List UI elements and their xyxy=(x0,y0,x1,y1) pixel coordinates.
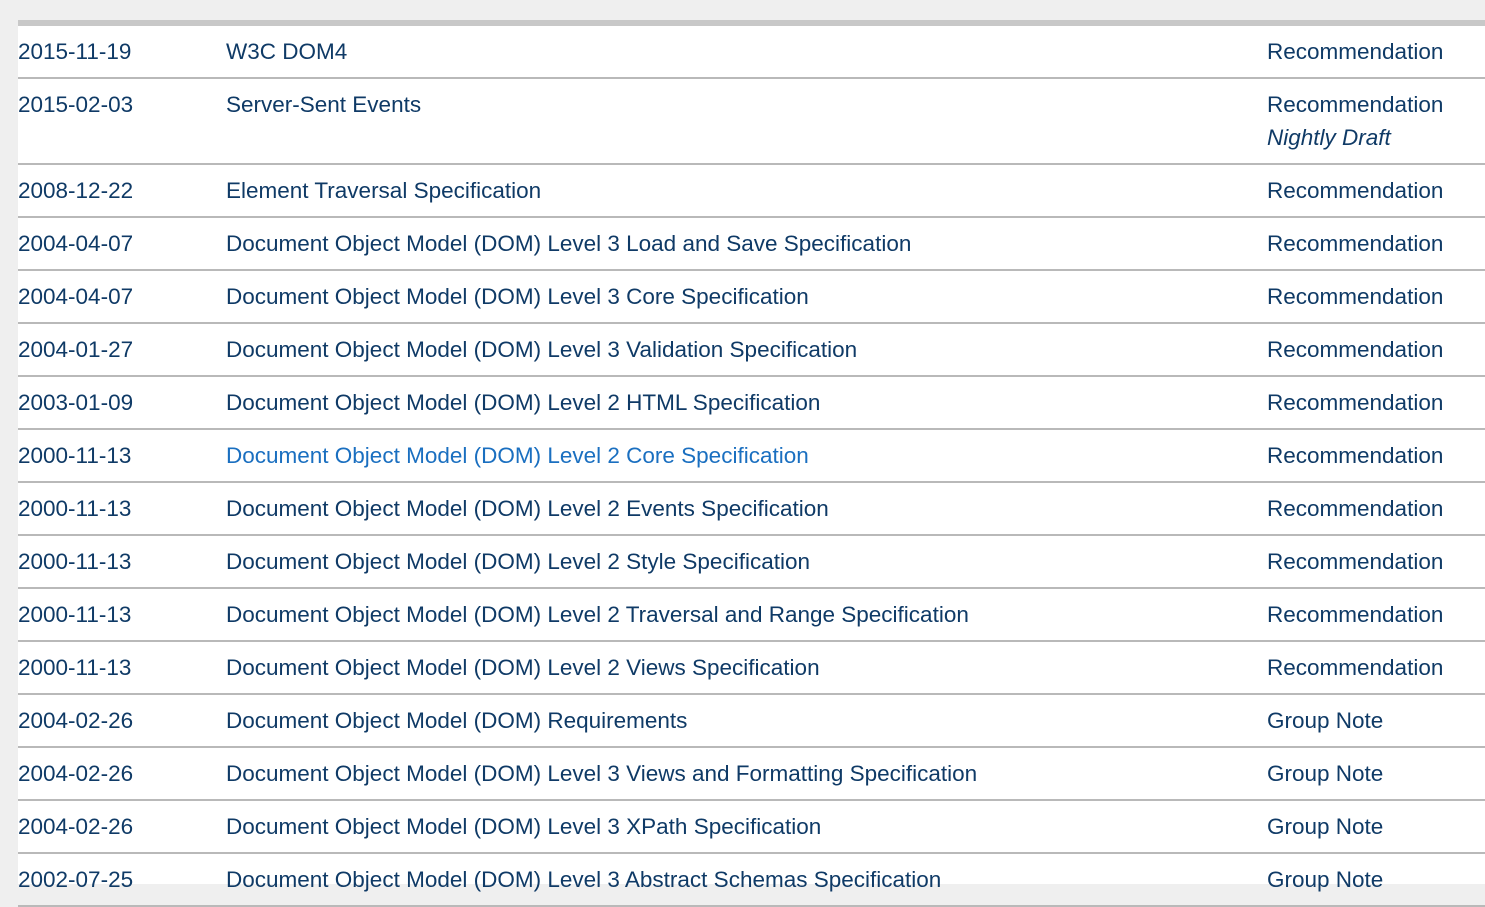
maturity-status: Recommendation xyxy=(1267,549,1444,574)
spec-title-link[interactable]: Document Object Model (DOM) Level 2 View… xyxy=(226,655,820,680)
publication-date: 2015-02-03 xyxy=(18,78,226,165)
table-row: 2015-02-03 Server-Sent Events Recommenda… xyxy=(18,78,1485,165)
maturity-status: Group Note xyxy=(1267,761,1384,786)
publication-date: 2004-01-27 xyxy=(18,323,226,377)
maturity-status: Recommendation xyxy=(1267,39,1444,64)
publication-date: 2004-04-07 xyxy=(18,217,226,271)
spec-title-link[interactable]: Document Object Model (DOM) Level 3 Load… xyxy=(226,231,911,256)
publications-table: 2015-11-19 W3C DOM4 Recommendation 2015-… xyxy=(18,26,1485,907)
table-row: 2004-04-07 Document Object Model (DOM) L… xyxy=(18,217,1485,271)
maturity-status: Recommendation xyxy=(1267,443,1444,468)
maturity-status: Group Note xyxy=(1267,708,1384,733)
maturity-status: Recommendation xyxy=(1267,92,1444,117)
table-row: 2004-04-07 Document Object Model (DOM) L… xyxy=(18,270,1485,324)
table-row: 2003-01-09 Document Object Model (DOM) L… xyxy=(18,376,1485,430)
publication-date: 2003-01-09 xyxy=(18,376,226,430)
publication-date: 2000-11-13 xyxy=(18,535,226,589)
maturity-status: Recommendation xyxy=(1267,390,1444,415)
publication-date: 2008-12-22 xyxy=(18,164,226,218)
table-row: 2000-11-13 Document Object Model (DOM) L… xyxy=(18,482,1485,536)
table-row: 2002-07-25 Document Object Model (DOM) L… xyxy=(18,853,1485,907)
maturity-status: Recommendation xyxy=(1267,231,1444,256)
publications-panel: 2015-11-19 W3C DOM4 Recommendation 2015-… xyxy=(18,20,1485,907)
maturity-status: Recommendation xyxy=(1267,284,1444,309)
publication-date: 2000-11-13 xyxy=(18,429,226,483)
table-row: 2000-11-13 Document Object Model (DOM) L… xyxy=(18,641,1485,695)
spec-title-link-hovered[interactable]: Document Object Model (DOM) Level 2 Core… xyxy=(226,443,809,468)
spec-title-link[interactable]: W3C DOM4 xyxy=(226,39,347,64)
publication-date: 2004-02-26 xyxy=(18,747,226,801)
publication-date: 2004-02-26 xyxy=(18,694,226,748)
nightly-draft-link[interactable]: Nightly Draft xyxy=(1267,121,1485,154)
spec-title-link[interactable]: Document Object Model (DOM) Level 2 HTML… xyxy=(226,390,820,415)
publication-date: 2015-11-19 xyxy=(18,26,226,79)
maturity-status: Recommendation xyxy=(1267,602,1444,627)
table-row: 2000-11-13 Document Object Model (DOM) L… xyxy=(18,588,1485,642)
publications-table-body: 2015-11-19 W3C DOM4 Recommendation 2015-… xyxy=(18,26,1485,907)
spec-title-link[interactable]: Document Object Model (DOM) Level 3 View… xyxy=(226,761,977,786)
spec-title-link[interactable]: Element Traversal Specification xyxy=(226,178,541,203)
table-row: 2004-02-26 Document Object Model (DOM) L… xyxy=(18,800,1485,854)
spec-title-link[interactable]: Document Object Model (DOM) Level 2 Trav… xyxy=(226,602,969,627)
spec-title-link[interactable]: Document Object Model (DOM) Requirements xyxy=(226,708,687,733)
table-row: 2000-11-13 Document Object Model (DOM) L… xyxy=(18,535,1485,589)
table-row: 2004-02-26 Document Object Model (DOM) L… xyxy=(18,747,1485,801)
table-row: 2004-01-27 Document Object Model (DOM) L… xyxy=(18,323,1485,377)
publication-date: 2000-11-13 xyxy=(18,482,226,536)
maturity-status: Recommendation xyxy=(1267,655,1444,680)
publication-date: 2004-04-07 xyxy=(18,270,226,324)
spec-title-link[interactable]: Document Object Model (DOM) Level 2 Even… xyxy=(226,496,829,521)
publication-date: 2004-02-26 xyxy=(18,800,226,854)
publication-date: 2002-07-25 xyxy=(18,853,226,907)
table-row: 2000-11-13 Document Object Model (DOM) L… xyxy=(18,429,1485,483)
table-row: 2015-11-19 W3C DOM4 Recommendation xyxy=(18,26,1485,79)
maturity-status: Recommendation xyxy=(1267,178,1444,203)
spec-title-link[interactable]: Document Object Model (DOM) Level 3 Vali… xyxy=(226,337,857,362)
spec-title-link[interactable]: Document Object Model (DOM) Level 3 Abst… xyxy=(226,867,941,892)
publication-date: 2000-11-13 xyxy=(18,588,226,642)
maturity-status: Recommendation xyxy=(1267,337,1444,362)
spec-title-link[interactable]: Document Object Model (DOM) Level 2 Styl… xyxy=(226,549,810,574)
maturity-status: Recommendation xyxy=(1267,496,1444,521)
maturity-status: Group Note xyxy=(1267,867,1384,892)
spec-title-link[interactable]: Server-Sent Events xyxy=(226,92,421,117)
publication-date: 2000-11-13 xyxy=(18,641,226,695)
spec-title-link[interactable]: Document Object Model (DOM) Level 3 XPat… xyxy=(226,814,821,839)
maturity-status: Group Note xyxy=(1267,814,1384,839)
spec-title-link[interactable]: Document Object Model (DOM) Level 3 Core… xyxy=(226,284,809,309)
table-row: 2004-02-26 Document Object Model (DOM) R… xyxy=(18,694,1485,748)
table-row: 2008-12-22 Element Traversal Specificati… xyxy=(18,164,1485,218)
